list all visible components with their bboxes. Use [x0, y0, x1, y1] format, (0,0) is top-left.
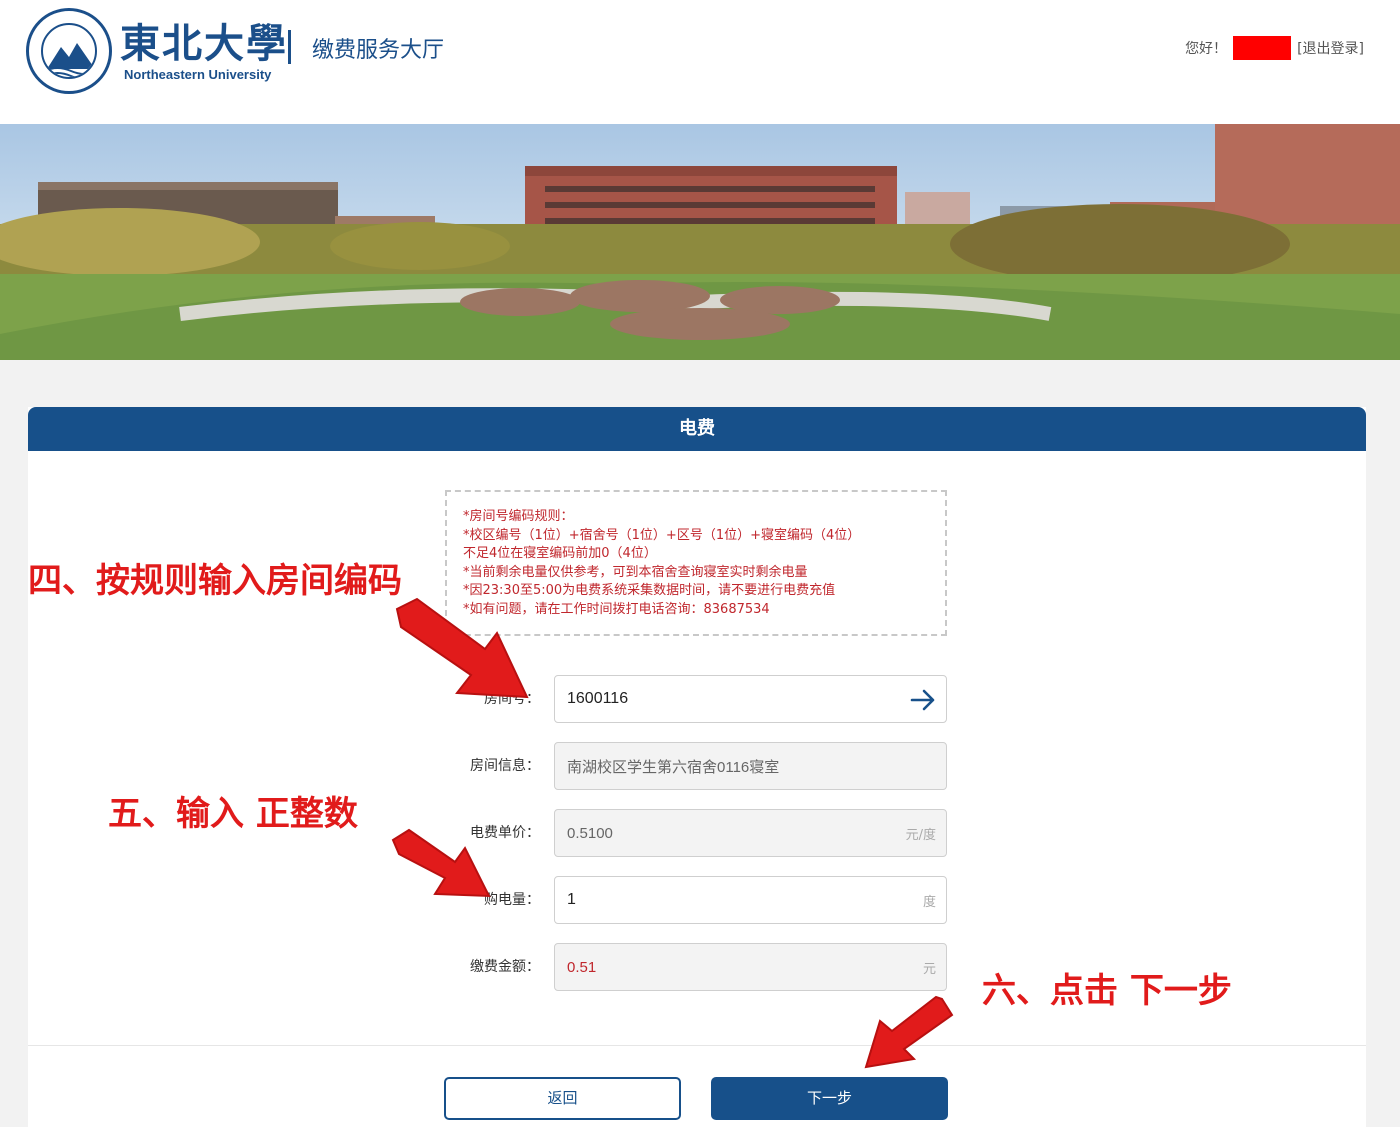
unit-price-field: 元/度 [554, 809, 947, 857]
logout-link[interactable]: [退出登录] [1297, 38, 1364, 58]
annotation-step6: 六、点击 下一步 [982, 971, 1232, 1011]
room-info-field [554, 742, 947, 790]
purchase-amount-row: 购电量： 度 [28, 876, 1366, 924]
payment-amount-label: 缴费金额： [470, 959, 540, 975]
payment-amount-unit: 元 [922, 962, 936, 977]
panel-title: 电费 [28, 407, 1366, 451]
page-header: 東北大學 Northeastern University 缴费服务大厅 您好！ … [0, 0, 1400, 124]
red-arrow-icon [864, 995, 954, 1069]
unit-price-unit: 元/度 [905, 828, 936, 843]
purchase-amount-input[interactable] [555, 877, 946, 923]
notice-line: *校区编号（1位）+宿舍号（1位）+区号（1位）+寝室编码（4位） [463, 527, 861, 543]
payment-amount-input [555, 944, 946, 990]
unit-price-input [555, 810, 946, 856]
room-info-row: 房间信息： [28, 742, 1366, 790]
university-logo[interactable]: 東北大學 Northeastern University [26, 8, 288, 94]
room-number-input[interactable] [555, 676, 946, 722]
university-seal-icon [26, 8, 112, 94]
arrow-right-icon[interactable] [908, 685, 938, 715]
campus-banner-image [0, 124, 1400, 360]
panel-divider [28, 1045, 1366, 1046]
payment-amount-field: 元 [554, 943, 947, 991]
electricity-panel: 电费 *房间号编码规则： *校区编号（1位）+宿舍号（1位）+区号（1位）+寝室… [28, 407, 1366, 1127]
room-info-input [555, 743, 946, 789]
header-divider [288, 30, 291, 64]
room-number-field [554, 675, 947, 723]
notice-line: 不足4位在寝室编码前加0（4位） [463, 546, 657, 561]
brand-english: Northeastern University [124, 66, 272, 82]
red-arrow-icon [395, 597, 529, 699]
user-box: 您好！ [退出登录] [1185, 36, 1364, 60]
redacted-username [1233, 36, 1292, 60]
back-button[interactable]: 返回 [444, 1077, 681, 1120]
room-number-row: 房间号： [28, 675, 1366, 723]
brand-chinese: 東北大學 [120, 19, 288, 67]
annotation-step5: 五、输入 正整数 [108, 794, 358, 834]
hall-title: 缴费服务大厅 [312, 38, 445, 63]
red-arrow-icon [391, 828, 491, 898]
purchase-amount-field: 度 [554, 876, 947, 924]
notice-line: *房间号编码规则： [463, 509, 574, 524]
annotation-step4: 四、按规则输入房间编码 [28, 561, 402, 601]
next-step-button[interactable]: 下一步 [711, 1077, 948, 1120]
notice-line: *当前剩余电量仅供参考，可到本宿舍查询寝室实时剩余电量 [463, 564, 808, 580]
purchase-amount-unit: 度 [922, 895, 936, 910]
greeting-text: 您好！ [1185, 41, 1228, 57]
room-info-label: 房间信息： [470, 758, 540, 774]
